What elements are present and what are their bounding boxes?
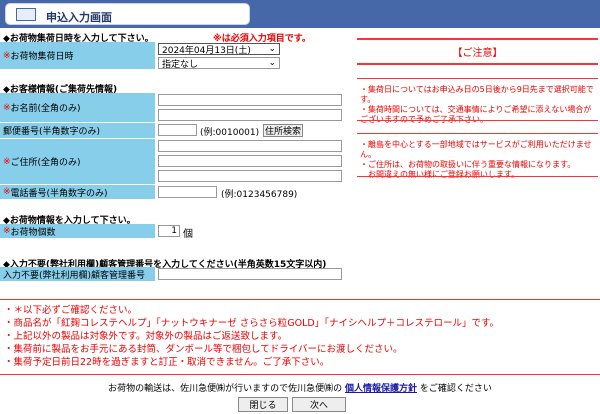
privacy-policy-link[interactable]: 個人情報保護方針	[345, 384, 417, 394]
pickup-time-select[interactable]: 指定なし ⌄	[158, 57, 280, 70]
privacy-text: お荷物の輸送は、佐川急便㈱が行いますので佐川急便㈱の 個人情報保護方針 をご確認…	[0, 381, 600, 394]
notice-title: 【ご注意】	[452, 48, 503, 59]
footer-note: ・＊以下必ずご確認ください。	[4, 305, 138, 316]
label-text: お名前(全角のみ)	[10, 104, 81, 114]
privacy-after: をご確認ください	[419, 384, 492, 394]
address-input-3[interactable]	[158, 170, 342, 182]
footer-note: ・集荷前に製品をお手元にある封筒、ダンボール等で梱包してドライバーにお渡しくださ…	[4, 344, 403, 355]
pickup-date-select[interactable]: 2024年04月13日(土) ⌄	[158, 43, 280, 56]
address-input-1[interactable]	[158, 140, 342, 152]
footer-note: ・商品名が「紅麹コレステヘルプ」「ナットウキナーゼ さらさら粒GOLD」「ナイシ…	[4, 318, 500, 329]
package-count-input[interactable]	[158, 225, 180, 237]
required-mark: ※	[3, 50, 11, 61]
notice-group-1: ・集荷日についてはお申込み日の5日後から9日先まで選択可能です。 ・集荷時間につ…	[360, 85, 598, 125]
title-box: 申込入力画面	[5, 3, 250, 25]
close-button[interactable]: 閉じる	[238, 397, 288, 412]
required-mark: ※	[3, 226, 11, 236]
header-bar: 申込入力画面	[0, 0, 600, 28]
label-text: 電話番号(半角数字のみ)	[10, 188, 108, 199]
customer-number-input[interactable]	[158, 268, 342, 280]
privacy-before: お荷物の輸送は、佐川急便㈱が行いますので佐川急便㈱の	[108, 384, 343, 394]
name-label: ※ お名前(全角のみ)	[0, 93, 155, 123]
address-search-button[interactable]: 住所検索	[263, 124, 303, 137]
selected-value: 2024年04月13日(土)	[162, 45, 251, 56]
divider	[0, 374, 600, 375]
address-label: ※ ご住所(全角のみ)	[0, 139, 155, 185]
name-input-1[interactable]	[158, 94, 342, 106]
package-count-label: ※ お荷物個数	[0, 224, 155, 239]
notice-item: ・離島を中心とする一部地域ではサービスがご利用いただけません。	[360, 140, 592, 159]
page-title: 申込入力画面	[46, 11, 112, 24]
selected-value: 指定なし	[162, 59, 199, 70]
divider	[357, 120, 598, 121]
postal-label: 郵便番号(半角数字のみ)	[0, 123, 155, 139]
required-mark: ※	[3, 102, 11, 113]
footer-notes: ・＊以下必ずご確認ください。 ・商品名が「紅麹コレステヘルプ」「ナットウキナーゼ…	[4, 304, 499, 369]
divider	[357, 38, 598, 40]
phone-label: ※ 電話番号(半角数字のみ)	[0, 185, 155, 200]
notice-item: ・集荷時間については、交通事情によりご希望に添えない場合がございますので予めご了…	[360, 105, 592, 124]
next-button[interactable]: 次へ	[292, 397, 346, 412]
package-box-icon	[16, 8, 36, 21]
address-input-2[interactable]	[158, 155, 342, 167]
phone-example: (例:0123456789)	[221, 190, 298, 200]
postal-example: (例:0010001)	[200, 128, 260, 138]
name-input-2[interactable]	[158, 109, 342, 121]
label-text: お荷物個数	[10, 227, 56, 238]
divider	[357, 133, 598, 134]
notice-item: ・ご住所は、お荷物の取扱いに伴う重要な情報になります。	[360, 160, 576, 169]
footer-note: ・上記以外の製品は対象外です。対象外の製品はご返送致します。	[4, 331, 288, 342]
count-unit: 個	[183, 229, 193, 240]
divider	[357, 176, 598, 177]
pickup-date-label: ※ お荷物集荷日時	[0, 42, 155, 70]
notice-group-2: ・離島を中心とする一部地域ではサービスがご利用いただけません。 ・ご住所は、お荷…	[360, 140, 598, 180]
divider	[0, 299, 600, 300]
footer-note: ・集荷予定日前日22時を過ぎますと訂正・取消できません。ご了承下さい。	[4, 357, 330, 368]
notice-item: お間違えの無い様にご登録お願いします。	[360, 170, 520, 179]
customer-number-label: 入力不要(弊社利用欄)顧客管理番号	[0, 267, 155, 282]
chevron-down-icon: ⌄	[268, 44, 276, 54]
divider	[357, 63, 598, 65]
required-mark: ※	[3, 187, 11, 197]
label-text: お荷物集荷日時	[10, 52, 74, 62]
required-mark: ※	[3, 156, 11, 167]
phone-input[interactable]	[158, 186, 217, 198]
label-text: ご住所(全角のみ)	[10, 158, 81, 168]
chevron-down-icon: ⌄	[268, 58, 276, 68]
postal-input[interactable]	[158, 124, 197, 136]
notice-item: ・集荷日についてはお申込み日の5日後から9日先まで選択可能です。	[360, 85, 594, 104]
divider	[357, 78, 598, 79]
